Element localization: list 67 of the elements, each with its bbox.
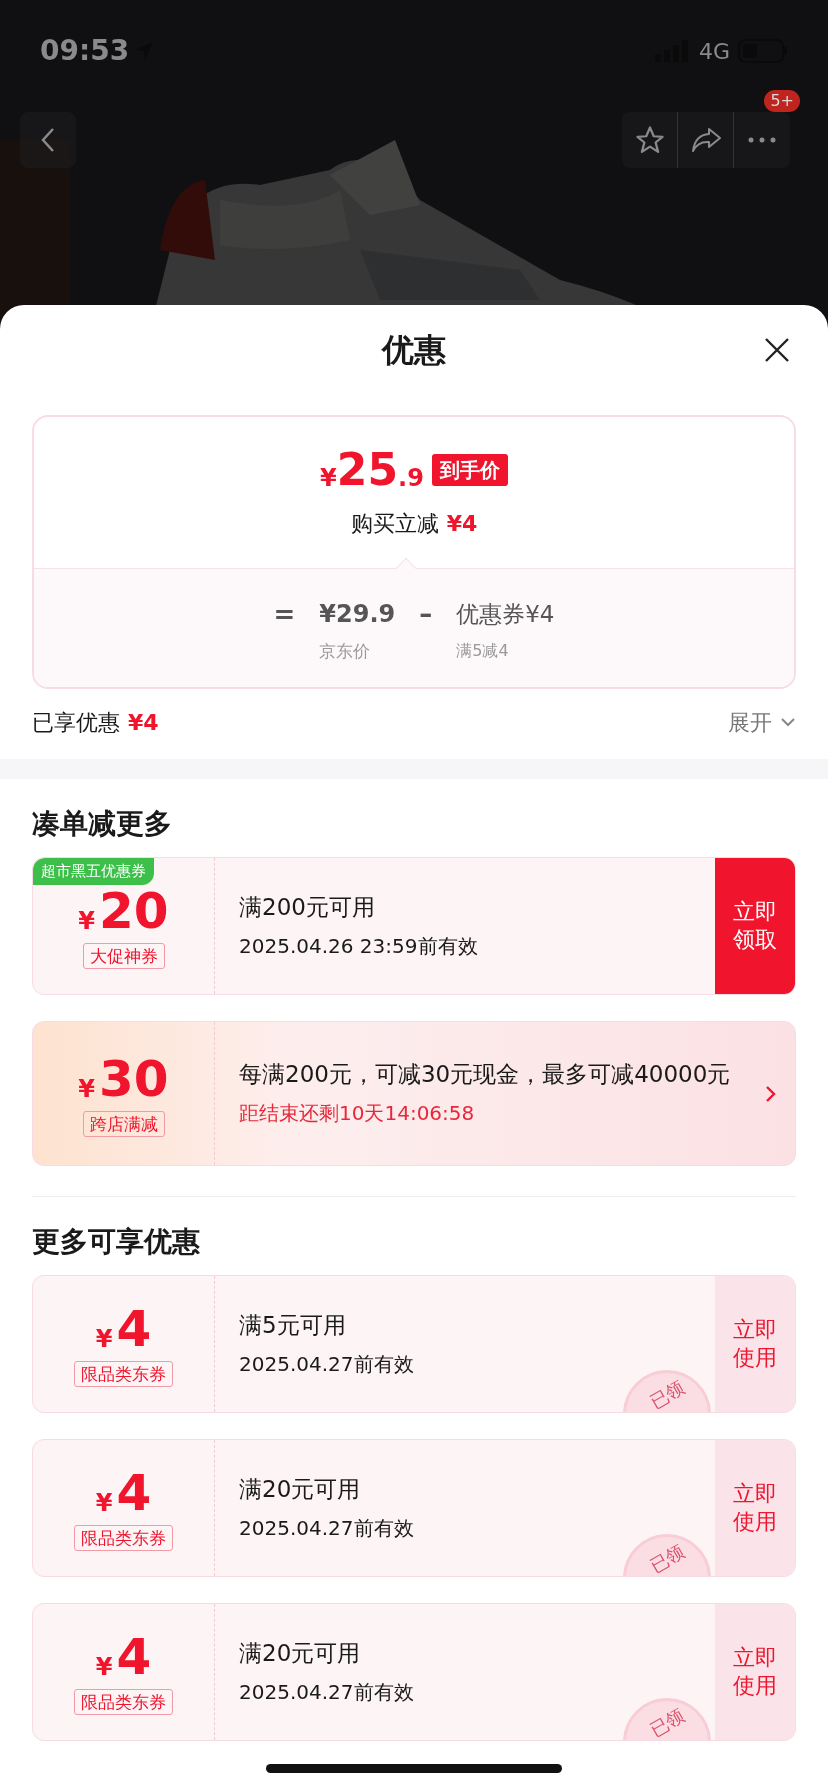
coupon-condition: 满5元可用 — [239, 1310, 347, 1340]
close-icon — [764, 337, 790, 363]
currency-sign: ¥ — [78, 1073, 96, 1105]
coupon-validity: 2025.04.26 23:59前有效 — [239, 932, 479, 960]
price-tag: 到手价 — [431, 454, 508, 486]
back-icon — [41, 127, 55, 153]
instant-discount-amount: ¥4 — [446, 510, 478, 538]
share-icon — [689, 127, 722, 153]
coupon-card[interactable]: ¥4 限品类东券 满5元可用 2025.04.27前有效 已领 立即使用 — [32, 1275, 796, 1413]
coupon-card[interactable]: ¥4 限品类东券 满20元可用 2025.04.27前有效 已领 立即使用 — [32, 1603, 796, 1741]
coupon-amount: 4 — [116, 1301, 152, 1357]
coupon-validity: 2025.04.27前有效 — [239, 1678, 415, 1706]
coupon-amount: 20 — [99, 883, 169, 939]
coupon-amount: 4 — [116, 1465, 152, 1521]
expand-toggle[interactable]: 展开 — [728, 705, 796, 739]
more-icon — [748, 137, 776, 143]
status-time: 09:53 — [40, 33, 130, 69]
coupon-card[interactable]: 超市黑五优惠券 ¥20 大促神券 满200元可用 2025.04.26 23:59前有效 立即领取 — [32, 857, 796, 995]
coupon-tag: 大促神券 — [82, 943, 165, 969]
coupon-amount: 30 — [99, 1050, 169, 1107]
back-button[interactable] — [20, 112, 76, 168]
chevron-down-icon — [780, 717, 796, 727]
currency-sign: ¥ — [95, 1652, 113, 1683]
action-button[interactable]: 立即使用 — [715, 1604, 795, 1740]
coupon-card[interactable]: ¥4 限品类东券 满20元可用 2025.04.27前有效 已领 立即使用 — [32, 1439, 796, 1577]
action-button[interactable]: 立即使用 — [715, 1440, 795, 1576]
enjoyed-discount-label: 已享优惠 — [32, 708, 120, 737]
notification-badge: 5+ — [764, 90, 800, 112]
star-icon — [633, 125, 666, 155]
section-title: 更多可享优惠 — [32, 1224, 200, 1260]
coupon-amount: 4 — [116, 1629, 152, 1685]
coupon-discount: 优惠券¥4 — [456, 600, 555, 629]
coupon-discount-label: 满5减4 — [456, 640, 510, 662]
claimed-stamp: 已领 — [623, 1698, 711, 1740]
corner-tag: 超市黑五优惠券 — [33, 858, 154, 885]
claimed-stamp: 已领 — [623, 1534, 711, 1576]
currency-sign: ¥ — [95, 1488, 113, 1519]
coupon-card[interactable]: ¥30 跨店满减 每满200元，可减30元现金，最多可减40000元 距结束还剩10天14:06:58 — [32, 1021, 796, 1166]
coupon-condition: 满20元可用 — [239, 1474, 362, 1504]
coupon-validity: 2025.04.27前有效 — [239, 1514, 415, 1542]
network-label: 4G — [698, 37, 730, 66]
coupon-tag: 限品类东券 — [74, 1689, 173, 1715]
base-price: ¥29.9 — [319, 599, 396, 630]
base-price-label: 京东价 — [319, 640, 372, 663]
final-price-decimal: .9 — [398, 463, 424, 494]
coupon-tag: 限品类东券 — [74, 1361, 173, 1387]
final-price: 25 — [336, 445, 399, 495]
coupon-validity: 2025.04.27前有效 — [239, 1350, 415, 1378]
action-button[interactable]: 立即领取 — [715, 858, 795, 994]
enjoyed-discount-amount: ¥4 — [128, 708, 159, 737]
instant-discount-label: 购买立减 — [350, 510, 439, 538]
coupon-tag: 限品类东券 — [74, 1525, 173, 1551]
currency-sign: ¥ — [78, 906, 96, 937]
claimed-stamp: 已领 — [623, 1370, 711, 1412]
sheet-title: 优惠 — [382, 330, 446, 371]
coupon-condition: 满20元可用 — [239, 1638, 362, 1668]
coupon-condition: 每满200元，可减30元现金，最多可减40000元 — [239, 1060, 732, 1089]
coupon-tag: 跨店满减 — [82, 1110, 165, 1137]
section-title: 凑单减更多 — [32, 806, 172, 842]
currency-sign: ¥ — [95, 1324, 113, 1355]
minus-sign: – — [419, 598, 433, 631]
countdown-text: 距结束还剩10天14:06:58 — [239, 1100, 476, 1127]
equals-sign: = — [273, 598, 296, 631]
action-button[interactable]: 立即使用 — [715, 1276, 795, 1412]
chevron-right-icon[interactable] — [764, 1084, 776, 1103]
currency-sign: ¥ — [320, 463, 337, 494]
coupon-condition: 满200元可用 — [239, 892, 376, 922]
